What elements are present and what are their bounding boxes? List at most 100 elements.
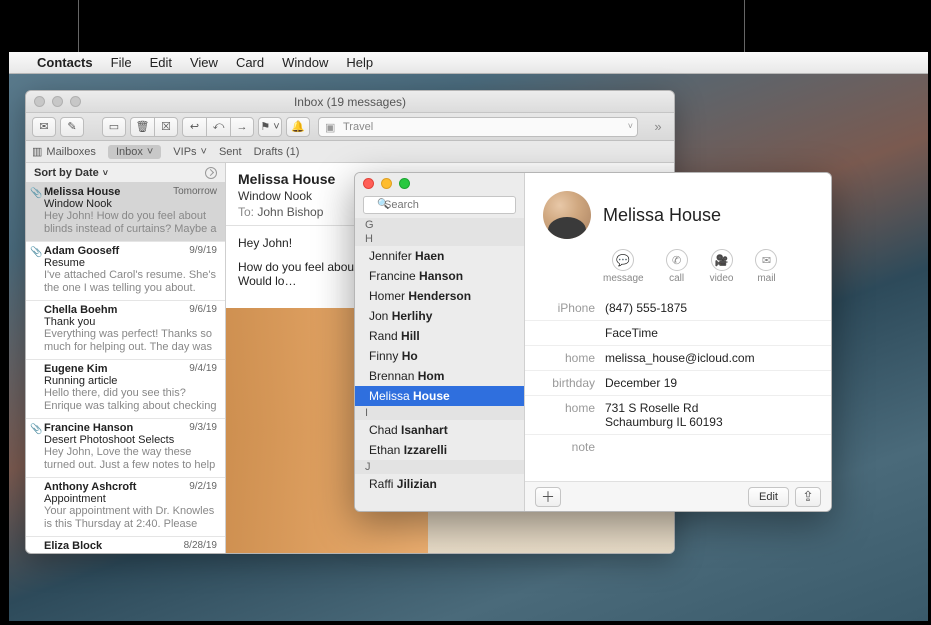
archive-button[interactable]: ▭ — [102, 117, 126, 137]
sent-tab[interactable]: Sent — [219, 146, 242, 158]
contact-row[interactable]: Ethan Izzarelli — [355, 440, 524, 460]
card-field-row: FaceTime — [525, 320, 831, 345]
menu-file[interactable]: File — [111, 55, 132, 70]
message-row[interactable]: Chella Boehm9/6/19Thank youEverything wa… — [26, 301, 225, 360]
contact-row[interactable]: Finny Ho — [355, 346, 524, 366]
field-label: iPhone — [541, 301, 605, 315]
mail-action[interactable]: ✉mail — [755, 249, 777, 284]
field-value[interactable] — [605, 440, 815, 454]
callout-line-right — [744, 0, 745, 52]
menu-edit[interactable]: Edit — [150, 55, 172, 70]
message-row[interactable]: Eugene Kim9/4/19Running articleHello the… — [26, 360, 225, 419]
mail-icon: ✉ — [762, 254, 771, 267]
contact-row[interactable]: Chad Isanhart — [355, 420, 524, 440]
contacts-minimize-button[interactable] — [381, 178, 392, 189]
app-menu[interactable]: Contacts — [37, 55, 93, 70]
message-row[interactable]: 📎Adam Gooseff9/9/19ResumeI've attached C… — [26, 242, 225, 301]
message-date: 9/3/19 — [189, 422, 217, 434]
contact-card: Melissa House 💬message ✆call 🎥video ✉mai… — [525, 173, 831, 511]
message-subject: Desert Photoshoot Selects — [44, 434, 217, 446]
menu-view[interactable]: View — [190, 55, 218, 70]
menu-help[interactable]: Help — [346, 55, 373, 70]
mail-zoom-button[interactable] — [70, 96, 81, 107]
drafts-tab[interactable]: Drafts (1) — [254, 146, 300, 158]
message-row[interactable]: 📎Melissa HouseTomorrowWindow NookHey Joh… — [26, 183, 225, 242]
message-subject: Resume — [44, 257, 217, 269]
junk-button[interactable]: ☒ — [154, 117, 178, 137]
reply-button[interactable]: ↩ — [182, 117, 206, 137]
alpha-header: I — [355, 406, 524, 420]
contact-row[interactable]: Jennifer Haen — [355, 246, 524, 266]
message-date: 9/2/19 — [189, 481, 217, 493]
share-button[interactable]: ⇪ — [795, 487, 821, 507]
message-row[interactable]: Eliza Block8/28/19 — [26, 537, 225, 553]
get-mail-button[interactable]: ✉ — [32, 117, 56, 137]
filter-icon[interactable] — [205, 167, 217, 179]
mail-minimize-button[interactable] — [52, 96, 63, 107]
inbox-tab[interactable]: Inbox ˅ — [108, 145, 161, 159]
contact-row[interactable]: Jon Herlihy — [355, 306, 524, 326]
sort-header[interactable]: Sort by Date˅ — [26, 163, 225, 183]
message-subject: Thank you — [44, 316, 217, 328]
flag-button[interactable]: ⚑ ˅ — [258, 117, 282, 137]
field-value[interactable]: December 19 — [605, 376, 815, 390]
mail-search-value: Travel — [343, 121, 373, 133]
field-label: home — [541, 351, 605, 365]
contacts-search-input[interactable] — [363, 196, 516, 214]
forward-button[interactable]: → — [230, 117, 254, 137]
contacts-close-button[interactable] — [363, 178, 374, 189]
message-from: Anthony Ashcroft — [44, 481, 136, 493]
mailboxes-button[interactable]: ▥ Mailboxes — [32, 145, 96, 158]
edit-button[interactable]: Edit — [748, 487, 789, 507]
message-action[interactable]: 💬message — [603, 249, 644, 284]
chevron-down-icon: ˅ — [103, 168, 108, 178]
message-date: 8/28/19 — [184, 540, 217, 552]
plus-icon: ＋ — [541, 487, 555, 507]
vips-tab[interactable]: VIPs ˅ — [173, 146, 207, 158]
archive-icon: ▭ — [109, 120, 119, 133]
field-value[interactable]: 731 S Roselle RdSchaumburg IL 60193 — [605, 401, 815, 429]
video-action[interactable]: 🎥video — [710, 249, 734, 284]
message-preview: Your appointment with Dr. Knowles is thi… — [44, 505, 217, 531]
add-contact-button[interactable]: ＋ — [535, 487, 561, 507]
video-icon: 🎥 — [715, 254, 729, 267]
reply-all-button[interactable]: ⤺ — [206, 117, 230, 137]
trash-icon: 🗑 — [136, 120, 150, 133]
junk-icon: ☒ — [161, 120, 171, 133]
contact-name: Melissa House — [603, 205, 721, 226]
call-action[interactable]: ✆call — [666, 249, 688, 284]
toolbar-overflow[interactable]: » — [648, 119, 668, 134]
contact-row[interactable]: Francine Hanson — [355, 266, 524, 286]
field-label: home — [541, 401, 605, 429]
mute-button[interactable]: 🔔 — [286, 117, 310, 137]
contact-row[interactable]: Brennan Hom — [355, 366, 524, 386]
top-black-bar — [0, 0, 931, 52]
field-value[interactable]: FaceTime — [605, 326, 815, 340]
message-subject: Running article — [44, 375, 217, 387]
contact-row[interactable]: Rand Hill — [355, 326, 524, 346]
mail-close-button[interactable] — [34, 96, 45, 107]
message-list: Sort by Date˅ 📎Melissa HouseTomorrowWind… — [26, 163, 226, 553]
contact-row[interactable]: Melissa House — [355, 386, 524, 406]
menu-card[interactable]: Card — [236, 55, 264, 70]
menu-window[interactable]: Window — [282, 55, 328, 70]
message-row[interactable]: 📎Francine Hanson9/3/19Desert Photoshoot … — [26, 419, 225, 478]
field-value[interactable]: melissa_house@icloud.com — [605, 351, 815, 365]
message-subject: Appointment — [44, 493, 217, 505]
message-preview: Hello there, did you see this? Enrique w… — [44, 387, 217, 413]
card-field-row: iPhone(847) 555-1875 — [525, 296, 831, 320]
message-row[interactable]: Anthony Ashcroft 9/2/19AppointmentYour ap… — [26, 478, 225, 537]
phone-icon: ✆ — [672, 254, 681, 267]
mail-search-field[interactable]: ▣ Travel ˅ — [318, 117, 638, 137]
avatar[interactable] — [543, 191, 591, 239]
mail-titlebar: Inbox (19 messages) — [26, 91, 674, 113]
contact-row[interactable]: Raffi Jilizian — [355, 474, 524, 494]
delete-button[interactable]: 🗑 — [130, 117, 154, 137]
contacts-window: 🔍 GHJennifer HaenFrancine HansonHomer He… — [354, 172, 832, 512]
field-value[interactable]: (847) 555-1875 — [605, 301, 815, 315]
contacts-zoom-button[interactable] — [399, 178, 410, 189]
contact-row[interactable]: Homer Henderson — [355, 286, 524, 306]
compose-icon: ✎ — [67, 120, 76, 133]
compose-button[interactable]: ✎ — [60, 117, 84, 137]
contacts-search: 🔍 — [363, 195, 516, 214]
